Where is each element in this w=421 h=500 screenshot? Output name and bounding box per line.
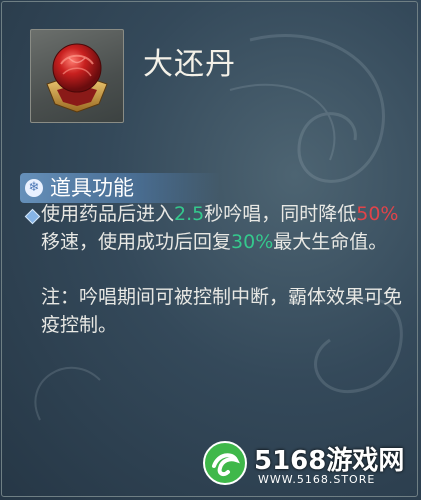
desc-text: 秒吟唱，同时降低 xyxy=(204,203,357,225)
snowflake-icon: ❄ xyxy=(25,179,43,197)
cast-time-value: 2.5 xyxy=(174,203,205,225)
slow-value: 50% xyxy=(356,203,399,225)
watermark-logo-icon xyxy=(203,441,247,485)
item-name: 大还丹 xyxy=(143,47,236,82)
item-description: 使用药品后进入2.5秒吟唱，同时降低50% 移速，使用成功后回复30%最大生命值。 xyxy=(41,200,411,256)
watermark-title: 5168游戏网 xyxy=(254,446,405,476)
desc-text: 移速，使用成功后回复 xyxy=(41,231,232,253)
section-title: 道具功能 xyxy=(50,176,134,200)
site-watermark: 5168游戏网 WWW.5168.STORE xyxy=(202,440,407,488)
watermark-url: WWW.5168.STORE xyxy=(258,473,376,486)
item-note: 注：吟唱期间可被控制中断，霸体效果可免疫控制。 xyxy=(41,286,403,336)
desc-text: 使用药品后进入 xyxy=(41,203,175,225)
heal-value: 30% xyxy=(231,231,274,253)
desc-text: 最大生命值。 xyxy=(273,231,388,253)
item-icon-frame xyxy=(30,29,124,123)
section-header-item-function: ❄ 道具功能 xyxy=(20,173,220,203)
red-pill-orb-icon xyxy=(46,43,108,113)
